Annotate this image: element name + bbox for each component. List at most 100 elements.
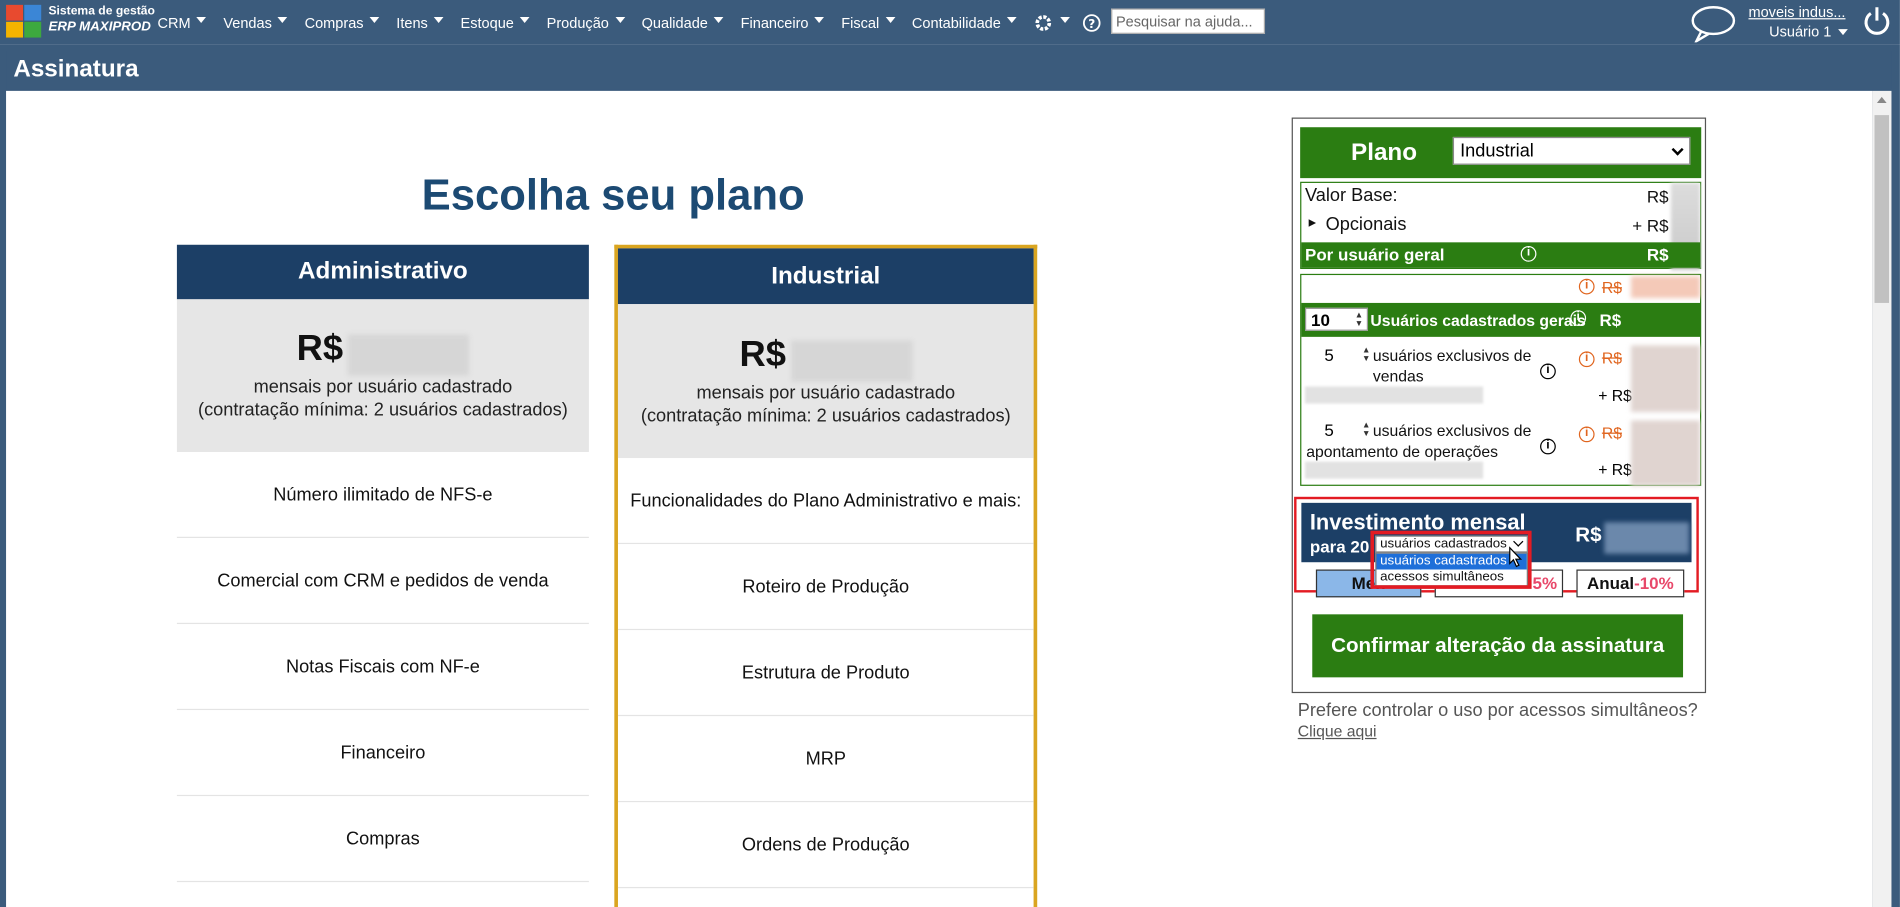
menu-item-contabilidade[interactable]: Contabilidade [912, 14, 1017, 31]
sales-users-label: usuários exclusivos de vendas [1372, 346, 1532, 386]
per-user-bar: Por usuário geral i R$ [1301, 242, 1701, 268]
menu-item-producao[interactable]: Produção [547, 14, 625, 31]
blurred-price [790, 340, 913, 382]
subscription-panel: Plano Industrial Valor Base: R$ ▶ Opcion… [1291, 117, 1707, 694]
chevron-down-icon [1060, 16, 1070, 24]
caret-right-icon[interactable]: ▶ [1309, 217, 1316, 228]
price-currency: R$ [739, 334, 786, 375]
info-icon[interactable]: i [1570, 310, 1587, 326]
menu-item-qualidade[interactable]: Qualidade [642, 14, 724, 31]
gear-icon [1035, 14, 1052, 31]
feature-row: Número ilimitado de NFS-e [176, 452, 589, 538]
page-title: Assinatura [6, 50, 1892, 90]
annual-button[interactable]: Anual-10% [1576, 569, 1685, 598]
menu-item-vendas[interactable]: Vendas [223, 14, 288, 31]
plan-select[interactable]: Industrial [1452, 136, 1691, 165]
chevron-down-icon [1838, 28, 1849, 35]
price-subtitle: mensais por usuário cadastrado [696, 382, 956, 404]
optionals-toggle[interactable]: Opcionais [1326, 214, 1407, 235]
mouse-cursor-icon [1509, 546, 1524, 574]
menu-item-fiscal[interactable]: Fiscal [841, 14, 895, 31]
general-users-spinner[interactable]: 10 ▲ ▼ [1305, 307, 1369, 331]
optionals-rs: + R$ [1632, 215, 1669, 236]
feature-row: Funcionalidades do Plano Administrativo … [617, 458, 1034, 545]
price-minimum: (contratação mínima: 2 usuários cadastra… [640, 405, 1011, 427]
price-subtitle: mensais por usuário cadastrado [253, 376, 513, 398]
menu-item-itens[interactable]: Itens [396, 14, 444, 31]
plans-heading: Escolha seu plano [421, 169, 805, 220]
company-link[interactable]: moveis indus... [1748, 4, 1845, 21]
brand-name[interactable]: Sistema de gestão ERP MAXIPROD [48, 5, 154, 34]
users-box: i R$ 10 ▲ ▼ Usuários cadastrados gerais i … [1300, 273, 1702, 486]
plan-card-title: Industrial [617, 248, 1034, 305]
svg-text:?: ? [1088, 16, 1095, 30]
chevron-down-icon [433, 16, 444, 24]
scroll-up-icon[interactable] [1876, 96, 1887, 103]
power-icon[interactable] [1862, 5, 1891, 45]
plan-card-administrativo[interactable]: Administrativo R$ mensais por usuário ca… [176, 244, 589, 907]
menu-item-financeiro[interactable]: Financeiro [741, 14, 825, 31]
feature-row: Financeiro [176, 710, 589, 797]
plan-label: Plano [1351, 138, 1418, 166]
menu-item-compras[interactable]: Compras [305, 14, 380, 31]
blurred-total [1604, 522, 1690, 554]
strike-price: R$ [1601, 278, 1623, 297]
info-icon[interactable]: i [1578, 351, 1595, 368]
chat-icon[interactable] [1689, 4, 1737, 49]
price-minimum: (contratação mínima: 2 usuários cadastra… [198, 399, 568, 421]
chevron-down-icon [196, 16, 207, 24]
feature-row: Ordens de Produção [617, 802, 1034, 889]
sales-plus-rs: + R$ [1598, 386, 1632, 405]
feature-row: Estrutura de Produto [617, 630, 1034, 717]
chevron-down-icon [814, 16, 825, 24]
chevron-down-icon [713, 16, 724, 24]
chevron-down-icon [369, 16, 380, 24]
chevron-down-icon [1671, 143, 1684, 156]
plan-price: R$ mensais por usuário cadastrado (contr… [176, 299, 589, 452]
vertical-scrollbar[interactable] [1872, 90, 1892, 907]
main-menu: CRM Vendas Compras Itens Estoque Produçã… [158, 0, 1136, 45]
feature-row: Comercial com CRM e pedidos de venda [176, 538, 589, 625]
scroll-thumb[interactable] [1874, 115, 1890, 303]
info-icon[interactable]: i [1540, 363, 1556, 380]
plan-header: Plano Industrial [1300, 127, 1702, 179]
feature-row: MRP [617, 716, 1034, 803]
ops-strike-price: R$ [1601, 424, 1623, 443]
confirm-subscription-button[interactable]: Confirmar alteração da assinatura [1312, 614, 1684, 678]
feature-row: Notas Fiscais com NF-e [176, 624, 589, 711]
plan-card-title: Administrativo [176, 244, 589, 300]
base-value-box: Valor Base: R$ ▶ Opcionais + R$ Por usuá… [1300, 181, 1702, 271]
chevron-down-icon [277, 16, 288, 24]
help-search-input[interactable]: Pesquisar na ajuda... [1111, 8, 1266, 34]
info-icon[interactable]: i [1578, 426, 1595, 443]
base-value-rs: R$ [1646, 186, 1669, 206]
plan-price: R$ mensais por usuário cadastrado (contr… [617, 304, 1034, 459]
base-value-label: Valor Base: [1305, 185, 1398, 206]
ops-plus-rs: + R$ [1598, 460, 1632, 479]
info-icon[interactable]: i [1520, 245, 1537, 262]
user-menu[interactable]: Usuário 1 [1769, 23, 1849, 40]
click-here-link[interactable]: Clique aqui [1298, 722, 1377, 740]
chevron-down-icon [519, 16, 530, 24]
settings-menu[interactable] [1034, 13, 1070, 32]
simultaneous-access-hint: Prefere controlar o uso por acessos simu… [1297, 700, 1698, 721]
feature-row: Roteiro de Produção [617, 544, 1034, 631]
general-users-bar: 10 ▲ ▼ Usuários cadastrados gerais i R$ [1301, 302, 1701, 337]
top-navbar: Sistema de gestão ERP MAXIPROD CRM Venda… [0, 0, 1900, 45]
info-icon[interactable]: i [1540, 438, 1556, 455]
menu-item-estoque[interactable]: Estoque [461, 14, 530, 31]
sales-users-spinner[interactable]: 5 ▲ ▼ [1305, 344, 1370, 368]
chevron-down-icon [614, 16, 625, 24]
dropdown-highlight [1370, 530, 1532, 589]
ops-users-label: usuários exclusivos de apontamento de op… [1306, 421, 1532, 461]
chevron-down-icon [1006, 16, 1017, 24]
sales-strike-price: R$ [1601, 348, 1623, 368]
plan-card-industrial[interactable]: Industrial R$ mensais por usuário cadast… [614, 244, 1038, 907]
blurred-price [347, 334, 470, 376]
logo-icon [6, 4, 42, 38]
menu-item-crm[interactable]: CRM [158, 14, 207, 31]
info-icon[interactable]: i [1578, 278, 1595, 295]
feature-row: Compras [176, 796, 589, 883]
price-currency: R$ [296, 328, 344, 369]
chevron-down-icon [885, 16, 895, 24]
